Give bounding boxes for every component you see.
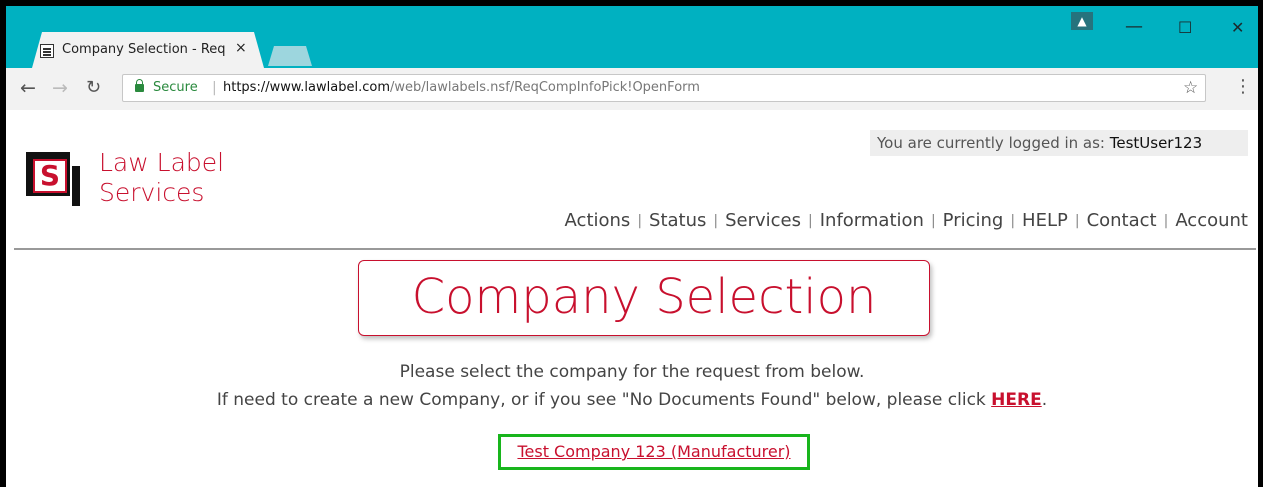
tab-strip: Company Selection - Req × ▲ — ☐ ✕ (6, 6, 1258, 68)
company-link[interactable]: Test Company 123 (Manufacturer) (517, 442, 790, 461)
secure-label: Secure (153, 80, 198, 95)
tab-close-icon[interactable]: × (235, 40, 247, 56)
back-arrow-icon[interactable]: ← (20, 77, 36, 99)
nav-information[interactable]: Information (820, 210, 924, 231)
reload-icon[interactable]: ↻ (86, 77, 101, 98)
page-document-icon (40, 44, 54, 58)
forward-arrow-icon[interactable]: → (52, 77, 68, 99)
nav-status[interactable]: Status (649, 210, 706, 231)
bookmark-star-icon[interactable]: ☆ (1183, 78, 1198, 98)
company-highlight-box: Test Company 123 (Manufacturer) (498, 434, 810, 470)
law-label-logo-icon[interactable]: S (26, 152, 84, 208)
browser-window: Company Selection - Req × ▲ — ☐ ✕ ← → ↻ … (0, 0, 1263, 487)
profile-icon[interactable]: ▲ (1071, 12, 1093, 30)
logged-in-username: TestUser123 (1109, 134, 1203, 152)
url-text: https://www.lawlabel.com/web/lawlabels.n… (223, 80, 700, 95)
browser-toolbar: ← → ↻ Secure | https://www.lawlabel.com/… (6, 68, 1258, 111)
close-window-button[interactable]: ✕ (1231, 18, 1244, 37)
tab-title: Company Selection - Req (62, 42, 226, 57)
page-title: Company Selection (358, 260, 930, 336)
main-navigation: Actions | Status | Services | Information | Pric… (564, 210, 1248, 231)
address-bar[interactable]: Secure | https://www.lawlabel.com/web/la… (122, 74, 1206, 102)
maximize-button[interactable]: ☐ (1178, 18, 1192, 37)
instruction-line-2: If need to create a new Company, or if y… (216, 390, 1048, 410)
nav-account[interactable]: Account (1175, 210, 1248, 231)
brand-name[interactable]: Law Label Services (99, 148, 224, 208)
logged-in-status: You are currently logged in as: TestUser… (870, 130, 1248, 156)
header-divider (14, 248, 1256, 250)
address-separator: | (212, 80, 217, 96)
here-link[interactable]: HERE (991, 390, 1042, 410)
page-content: S Law Label Services You are currently l… (6, 110, 1258, 487)
nav-actions[interactable]: Actions (565, 210, 631, 231)
nav-contact[interactable]: Contact (1087, 210, 1157, 231)
instruction-line-1: Please select the company for the reques… (399, 362, 865, 382)
nav-services[interactable]: Services (725, 210, 801, 231)
lock-icon (135, 79, 144, 92)
nav-pricing[interactable]: Pricing (943, 210, 1004, 231)
minimize-button[interactable]: — (1125, 16, 1143, 37)
nav-help[interactable]: HELP (1022, 210, 1068, 231)
new-tab-button[interactable] (268, 46, 312, 66)
browser-menu-icon[interactable]: ⋮ (1234, 76, 1252, 97)
